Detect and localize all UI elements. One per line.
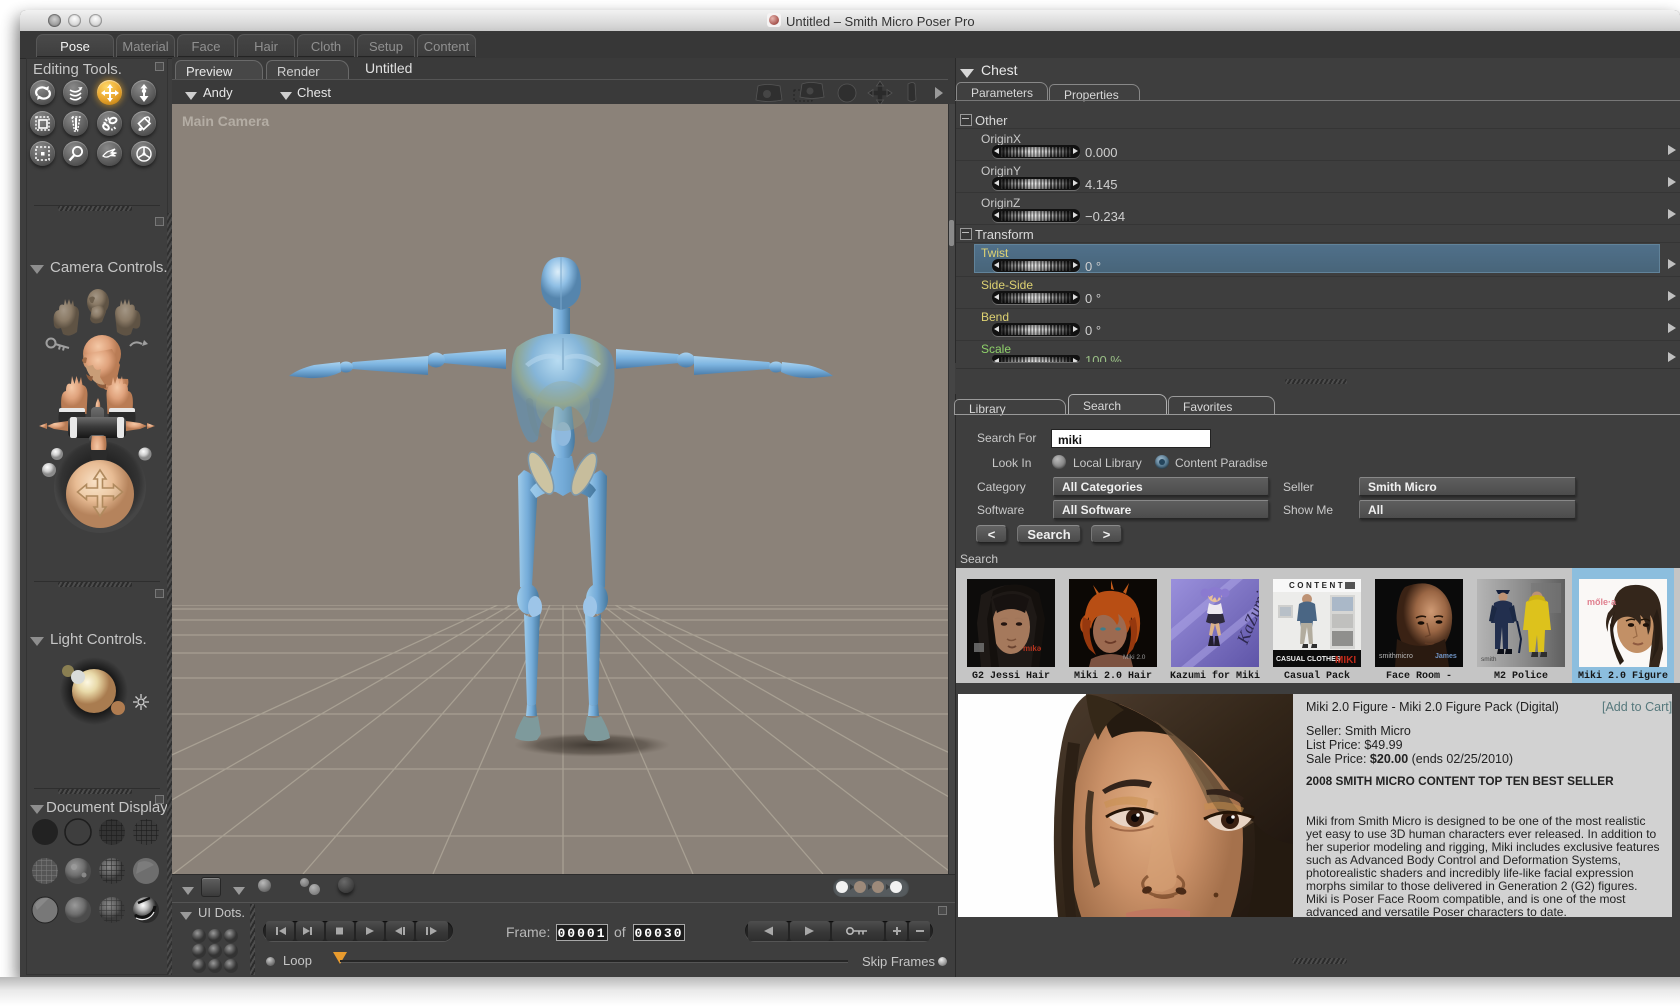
- svg-text:Main Camera: Main Camera: [182, 113, 269, 129]
- svg-text:CASUAL CLOTHES: CASUAL CLOTHES: [1276, 656, 1341, 663]
- svg-text:James: James: [1435, 653, 1457, 660]
- svg-text:mőle·a: mőle·a: [1587, 597, 1617, 607]
- svg-text:Miki 2.0: Miki 2.0: [1123, 654, 1146, 661]
- svg-text:MIKI: MIKI: [1335, 655, 1356, 666]
- svg-text:smith: smith: [1481, 656, 1497, 663]
- svg-text:mıkə: mıkə: [1023, 644, 1042, 653]
- svg-text:CONTENT: CONTENT: [1289, 581, 1345, 590]
- svg-text:smithmicro: smithmicro: [1379, 653, 1413, 660]
